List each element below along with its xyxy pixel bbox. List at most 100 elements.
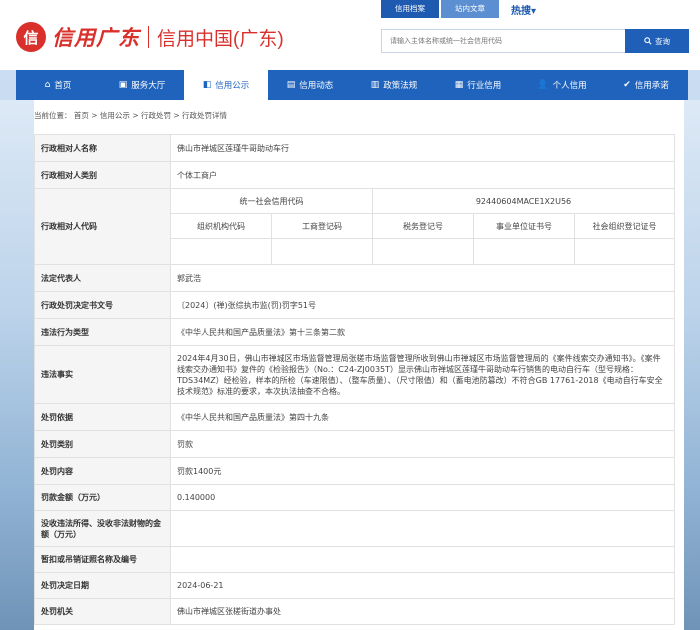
- nav-item-home[interactable]: ⌂ 首页: [16, 70, 100, 100]
- row-label: 违法行为类型: [34, 318, 171, 346]
- table-row: 处罚类别 罚款: [34, 430, 675, 458]
- search-bar: 查询: [381, 29, 689, 53]
- credit-news-icon: ▤: [286, 80, 296, 90]
- site-logo[interactable]: 信 信用广东 信用中国(广东): [16, 22, 284, 52]
- tab-site-articles[interactable]: 站内文章: [441, 0, 499, 18]
- row-label: 行政相对人代码: [34, 188, 171, 265]
- social-org-header: 社会组织登记证号: [574, 213, 675, 239]
- top-tabs: 信用档案 站内文章 热搜▾: [381, 0, 536, 18]
- row-label: 行政相对人名称: [34, 134, 171, 162]
- license-revoked-value: [170, 546, 675, 573]
- check-icon: ✔: [623, 80, 631, 90]
- table-row: 行政相对人代码 统一社会信用代码 92440604MACE1X2U56: [34, 188, 675, 265]
- row-label: 处罚依据: [34, 403, 171, 431]
- main-nav: ⌂ 首页 ▣ 服务大厅 ◧ 信用公示 ▤ 信用动态 ▥ 政策法规 ▦ 行业信用 👤 个人信用 …: [16, 70, 688, 100]
- counterparty-name-value: 佛山市禅城区莲瑾牛哥助动车行: [170, 134, 675, 162]
- nav-item-service-hall[interactable]: ▣ 服务大厅: [100, 70, 184, 100]
- nav-item-personal-credit[interactable]: 👤 个人信用: [520, 70, 604, 100]
- row-label: 行政处罚决定书文号: [34, 291, 171, 319]
- logo-mark-icon: 信: [16, 22, 46, 52]
- institution-cert-value: [473, 238, 575, 265]
- table-row: 行政处罚决定书文号 〔2024〕(禅)张综执市监(罚)罚字51号: [34, 291, 675, 319]
- authority-value: 佛山市禅城区张槎街道办事处: [170, 598, 675, 625]
- table-row: 法定代表人 郭武浩: [34, 264, 675, 292]
- row-label: 违法事实: [34, 345, 171, 404]
- social-org-value: [574, 238, 675, 265]
- person-icon: 👤: [537, 80, 549, 90]
- row-label: 处罚内容: [34, 457, 171, 485]
- business-reg-value: [271, 238, 373, 265]
- table-row: 处罚内容 罚款1400元: [34, 457, 675, 485]
- penalty-detail-table: 行政相对人名称 佛山市禅城区莲瑾牛哥助动车行 行政相对人类别 个体工商户 行政相…: [34, 134, 675, 625]
- org-code-value: [170, 238, 272, 265]
- table-row: 违法行为类型 《中华人民共和国产品质量法》第十三条第二款: [34, 318, 675, 346]
- home-icon: ⌂: [44, 80, 51, 90]
- nav-item-industry-credit[interactable]: ▦ 行业信用: [436, 70, 520, 100]
- confiscated-value: [170, 510, 675, 547]
- row-label: 没收违法所得、没收非法财物的金额（万元）: [34, 510, 171, 547]
- industry-credit-icon: ▦: [454, 80, 464, 90]
- nav-label: 信用承诺: [634, 81, 669, 91]
- table-row: 处罚机关 佛山市禅城区张槎街道办事处: [34, 598, 675, 625]
- counterparty-type-value: 个体工商户: [170, 161, 675, 189]
- service-hall-icon: ▣: [118, 80, 128, 90]
- search-button[interactable]: 查询: [625, 29, 689, 53]
- table-row: 行政相对人类别 个体工商户: [34, 161, 675, 189]
- site-title: 信用中国(广东): [157, 28, 284, 50]
- nav-label: 信用动态: [299, 81, 334, 91]
- hot-search[interactable]: 热搜▾: [511, 2, 536, 17]
- policies-icon: ▥: [370, 80, 380, 90]
- uscc-label: 统一社会信用代码: [170, 188, 373, 214]
- nav-label: 服务大厅: [131, 81, 166, 91]
- credit-publicity-icon: ◧: [202, 80, 212, 90]
- row-label: 法定代表人: [34, 264, 171, 292]
- search-input[interactable]: [381, 29, 625, 53]
- search-icon: [644, 37, 652, 45]
- penalty-category-value: 罚款: [170, 430, 675, 458]
- table-row: 罚款金额（万元） 0.140000: [34, 484, 675, 511]
- content-panel: 当前位置： 首页 > 信用公示 > 行政处罚 > 行政处罚详情 行政相对人名称 …: [34, 100, 684, 630]
- business-reg-header: 工商登记码: [271, 213, 373, 239]
- row-label: 罚款金额（万元）: [34, 484, 171, 511]
- nav-label: 信用公示: [215, 81, 250, 91]
- institution-cert-header: 事业单位证书号: [473, 213, 575, 239]
- nav-label: 行业信用: [467, 81, 502, 91]
- background-left-panel: [0, 100, 34, 630]
- nav-item-credit-publicity[interactable]: ◧ 信用公示: [184, 70, 268, 100]
- penalty-content-value: 罚款1400元: [170, 457, 675, 485]
- row-label: 处罚类别: [34, 430, 171, 458]
- decision-no-value: 〔2024〕(禅)张综执市监(罚)罚字51号: [170, 291, 675, 319]
- nav-item-policies[interactable]: ▥ 政策法规: [352, 70, 436, 100]
- nav-item-credit-news[interactable]: ▤ 信用动态: [268, 70, 352, 100]
- table-row: 暂扣或吊销证照名称及编号: [34, 546, 675, 573]
- org-code-header: 组织机构代码: [170, 213, 272, 239]
- tax-reg-header: 税务登记号: [372, 213, 474, 239]
- nav-label: 个人信用: [552, 81, 587, 91]
- table-row: 没收违法所得、没收非法财物的金额（万元）: [34, 510, 675, 547]
- legal-rep-value: 郭武浩: [170, 264, 675, 292]
- row-label: 暂扣或吊销证照名称及编号: [34, 546, 171, 573]
- nav-label: 首页: [54, 81, 72, 91]
- row-label: 处罚决定日期: [34, 572, 171, 599]
- table-row: 处罚依据 《中华人民共和国产品质量法》第四十九条: [34, 403, 675, 431]
- violation-type-value: 《中华人民共和国产品质量法》第十三条第二款: [170, 318, 675, 346]
- row-label: 处罚机关: [34, 598, 171, 625]
- chevron-down-icon: ▾: [531, 5, 537, 17]
- tab-credit-file[interactable]: 信用档案: [381, 0, 439, 18]
- fine-amount-value: 0.140000: [170, 484, 675, 511]
- breadcrumb: 当前位置： 首页 > 信用公示 > 行政处罚 > 行政处罚详情: [34, 111, 228, 120]
- row-label: 行政相对人类别: [34, 161, 171, 189]
- logo-script-text: 信用广东: [52, 25, 140, 50]
- nav-label: 政策法规: [383, 81, 418, 91]
- logo-divider: [148, 26, 149, 48]
- background-right-panel: [684, 100, 700, 630]
- penalty-basis-value: 《中华人民共和国产品质量法》第四十九条: [170, 403, 675, 431]
- nav-item-credit-commitment[interactable]: ✔ 信用承诺: [604, 70, 688, 100]
- table-row: 违法事实 2024年4月30日，佛山市禅城区市场监督管理局张槎市场监督管理所收到…: [34, 345, 675, 404]
- tax-reg-value: [372, 238, 474, 265]
- hot-search-label: 热搜: [511, 5, 531, 17]
- uscc-value: 92440604MACE1X2U56: [372, 188, 675, 214]
- decision-date-value: 2024-06-21: [170, 572, 675, 599]
- violation-fact-value: 2024年4月30日，佛山市禅城区市场监督管理局张槎市场监督管理所收到佛山市禅城…: [170, 345, 675, 404]
- table-row: 行政相对人名称 佛山市禅城区莲瑾牛哥助动车行: [34, 134, 675, 162]
